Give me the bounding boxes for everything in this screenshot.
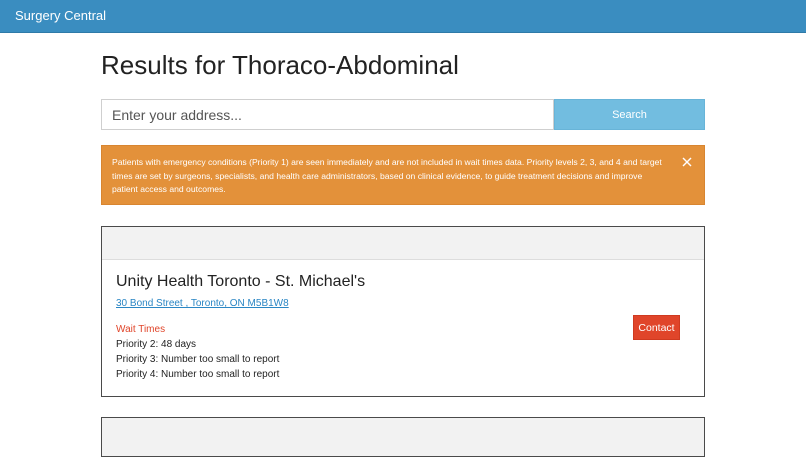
clinic-address-link[interactable]: 30 Bond Street , Toronto, ON M5B1W8 xyxy=(116,297,289,310)
result-card-header xyxy=(102,227,704,260)
wait-time-priority-3: Priority 3: Number too small to report xyxy=(116,354,280,365)
clinic-name: Unity Health Toronto - St. Michael's xyxy=(116,273,366,290)
wait-time-priority-2: Priority 2: 48 days xyxy=(116,339,197,350)
contact-button[interactable]: Contact xyxy=(633,315,680,340)
search-button[interactable]: Search xyxy=(554,99,705,130)
close-icon[interactable] xyxy=(680,155,694,169)
top-nav-bar: Surgery Central xyxy=(0,0,806,33)
address-search-input[interactable] xyxy=(101,99,554,130)
page-title: Results for Thoraco-Abdominal xyxy=(101,50,459,80)
wait-times-label: Wait Times xyxy=(116,324,166,335)
alert-text: Patients with emergency conditions (Prio… xyxy=(112,157,662,194)
result-card-next xyxy=(101,417,705,457)
priority-info-alert: Patients with emergency conditions (Prio… xyxy=(101,145,705,205)
brand-link[interactable]: Surgery Central xyxy=(15,8,106,24)
wait-time-priority-4: Priority 4: Number too small to report xyxy=(116,369,280,380)
result-card: Unity Health Toronto - St. Michael's 30 … xyxy=(101,226,705,397)
